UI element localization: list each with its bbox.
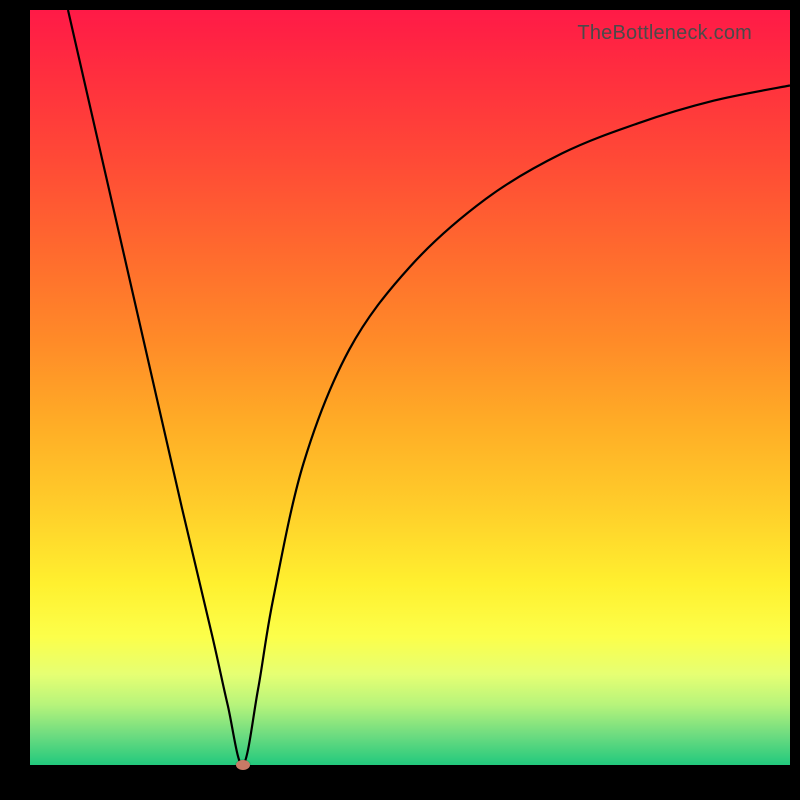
minimum-marker — [236, 760, 250, 770]
bottleneck-curve — [30, 10, 790, 765]
chart-frame: TheBottleneck.com — [0, 0, 800, 800]
plot-area: TheBottleneck.com — [30, 10, 790, 765]
curve-path — [68, 10, 790, 765]
